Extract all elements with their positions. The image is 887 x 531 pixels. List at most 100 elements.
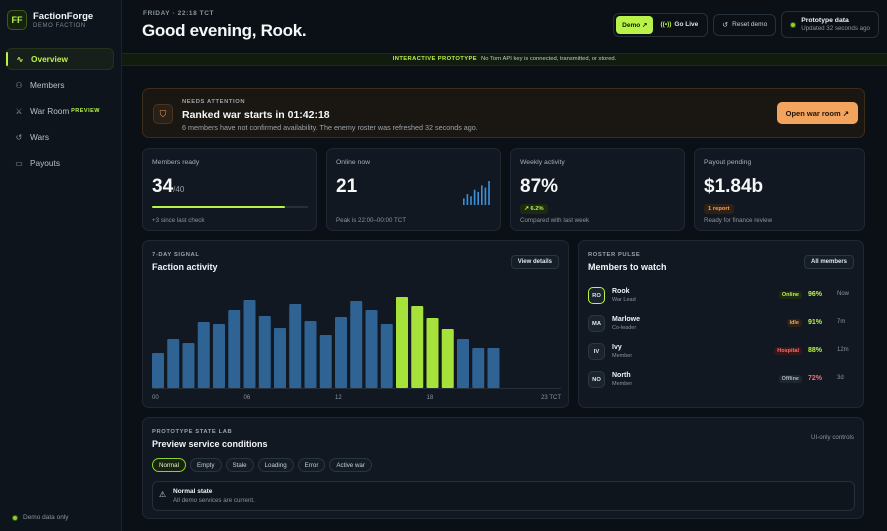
ui-only-note: UI-only controls — [811, 434, 854, 441]
member-name: Rook — [612, 288, 630, 295]
state-pill-error[interactable]: Error — [297, 458, 326, 472]
sparkline-bar — [466, 194, 469, 205]
member-row[interactable]: MA Marlowe Co-leader Idle 91% 7m — [588, 315, 856, 335]
trend-badge: ↗ 6.2% — [520, 204, 548, 214]
activity-bar[interactable] — [167, 339, 180, 388]
activity-bar[interactable] — [350, 301, 363, 388]
stat-label: Online now — [336, 159, 371, 166]
sparkline-bar — [484, 187, 487, 205]
status-badge: Idle — [786, 319, 802, 327]
go-live-button[interactable]: ((•)) Go Live — [653, 16, 705, 34]
avatar: MA — [588, 315, 605, 332]
status-badge: Hospital — [774, 347, 802, 355]
state-description: All demo services are current. — [173, 497, 255, 504]
activity-bar[interactable] — [319, 335, 332, 388]
activity-bar[interactable] — [472, 348, 485, 388]
sidebar-item-war-room[interactable]: ⚔ War Room PREVIEW — [6, 100, 114, 122]
activity-bar[interactable] — [152, 353, 164, 388]
avatar: IV — [588, 343, 605, 360]
activity-bar[interactable] — [457, 339, 469, 388]
card-eyebrow: PROTOTYPE STATE LAB — [152, 429, 233, 435]
crossed-swords-icon: ⚔ — [15, 106, 23, 116]
stat-online-now[interactable]: Online now 21 Peak is 22:00–00:00 TCT — [326, 148, 501, 231]
avatar: RO — [588, 287, 605, 304]
prototype-data-title: Prototype data — [801, 17, 849, 24]
stat-payout-pending[interactable]: Payout pending $1.84b 1 report Ready for… — [694, 148, 865, 231]
activity-bar[interactable] — [228, 310, 241, 388]
activity-bar[interactable] — [182, 343, 195, 388]
demo-button[interactable]: Demo ↗ — [616, 15, 654, 34]
sparkline-bar — [473, 189, 476, 205]
shield-alert-icon: ⛉ — [153, 104, 173, 124]
member-row[interactable]: IV Ivy Member Hospital 88% 12m — [588, 343, 856, 363]
preview-badge: PREVIEW — [71, 108, 100, 114]
progress-fill — [152, 206, 285, 208]
demo-data-indicator: Demo data only — [12, 514, 69, 521]
sparkline-bar — [470, 196, 472, 205]
activity-bar[interactable] — [426, 318, 439, 388]
state-pill-normal[interactable]: Normal — [152, 458, 186, 472]
main-content: FRIDAY · 22:18 TCT Good evening, Rook. D… — [122, 0, 887, 531]
x-tick-label: 00 — [152, 395, 159, 401]
stat-value: $1.84b — [704, 176, 764, 197]
sparkline-bar — [488, 181, 490, 205]
activity-bar[interactable] — [258, 316, 271, 388]
topbar: FRIDAY · 22:18 TCT Good evening, Rook. D… — [122, 0, 887, 53]
activity-bar[interactable] — [335, 317, 347, 388]
brand[interactable]: FF FactionForge DEMO FACTION — [0, 0, 121, 40]
activity-bar[interactable] — [197, 322, 210, 388]
activity-bar[interactable] — [441, 329, 454, 388]
stat-value: 34/40 — [152, 176, 185, 197]
sparkline-bar — [477, 191, 479, 205]
activity-bar[interactable] — [289, 304, 302, 388]
sidebar-item-members[interactable]: ⚇ Members — [6, 74, 114, 96]
members-ready-progress — [152, 206, 308, 208]
activity-bar[interactable] — [304, 321, 317, 388]
stat-footnote: +3 since last check — [152, 217, 205, 224]
warning-icon: ⚠ — [159, 490, 167, 499]
activity-chart: 00 06 12 18 23 TCT — [152, 297, 561, 401]
member-name: Marlowe — [612, 316, 641, 323]
activity-bar[interactable] — [487, 348, 500, 388]
member-last-seen: Now — [837, 291, 850, 297]
stat-value: 87% — [520, 176, 559, 197]
sidebar-item-wars[interactable]: ↺ Wars — [6, 126, 114, 148]
member-row[interactable]: NO North Member Offline 72% 3d — [588, 371, 856, 391]
sidebar-item-overview[interactable]: ∿ Overview — [6, 48, 114, 70]
activity-bar[interactable] — [365, 310, 378, 388]
activity-bar[interactable] — [274, 328, 286, 388]
activity-bar[interactable] — [380, 324, 393, 388]
state-pill-stale[interactable]: Stale — [225, 458, 254, 472]
member-row[interactable]: RO Rook War Lead Online 96% Now — [588, 287, 856, 307]
stat-members-ready[interactable]: Members ready 34/40 +3 since last check — [142, 148, 317, 231]
x-tick-label: 18 — [427, 395, 434, 401]
state-pill-empty[interactable]: Empty — [189, 458, 222, 472]
activity-bar[interactable] — [243, 300, 256, 388]
member-role: Member — [612, 353, 633, 359]
attention-title: Ranked war starts in 01:42:18 — [182, 109, 330, 121]
state-message: ⚠ Normal state All demo services are cur… — [152, 481, 855, 511]
member-role: Member — [612, 381, 633, 387]
status-badge: Offline — [778, 375, 802, 383]
state-title: Normal state — [173, 488, 213, 495]
all-members-button[interactable]: All members — [803, 255, 854, 269]
member-last-seen: 3d — [837, 375, 844, 381]
banner-text: No Torn API key is connected, transmitte… — [481, 56, 617, 62]
activity-bar[interactable] — [396, 297, 408, 388]
demo-data-label: Demo data only — [23, 514, 69, 521]
reset-demo-button[interactable]: ↺ Reset demo — [713, 13, 777, 36]
sidebar-item-label: Overview — [31, 54, 68, 64]
open-war-room-button[interactable]: Open war room ↗ — [776, 102, 858, 124]
date-time: FRIDAY · 22:18 TCT — [143, 10, 215, 17]
member-name: Ivy — [612, 344, 622, 351]
activity-bar[interactable] — [213, 324, 225, 388]
activity-bar[interactable] — [411, 306, 424, 388]
state-pill-active-war[interactable]: Active war — [329, 458, 372, 472]
member-role: Co-leader — [612, 325, 637, 331]
state-pill-loading[interactable]: Loading — [257, 458, 294, 472]
prototype-data-updated: Updated 32 seconds ago — [801, 25, 870, 32]
sidebar-item-payouts[interactable]: ▭ Payouts — [6, 152, 114, 174]
stat-footnote: Peak is 22:00–00:00 TCT — [336, 217, 407, 224]
member-activity-pct: 96% — [808, 291, 823, 298]
stat-weekly-activity[interactable]: Weekly activity 87% ↗ 6.2% Compared with… — [510, 148, 685, 231]
